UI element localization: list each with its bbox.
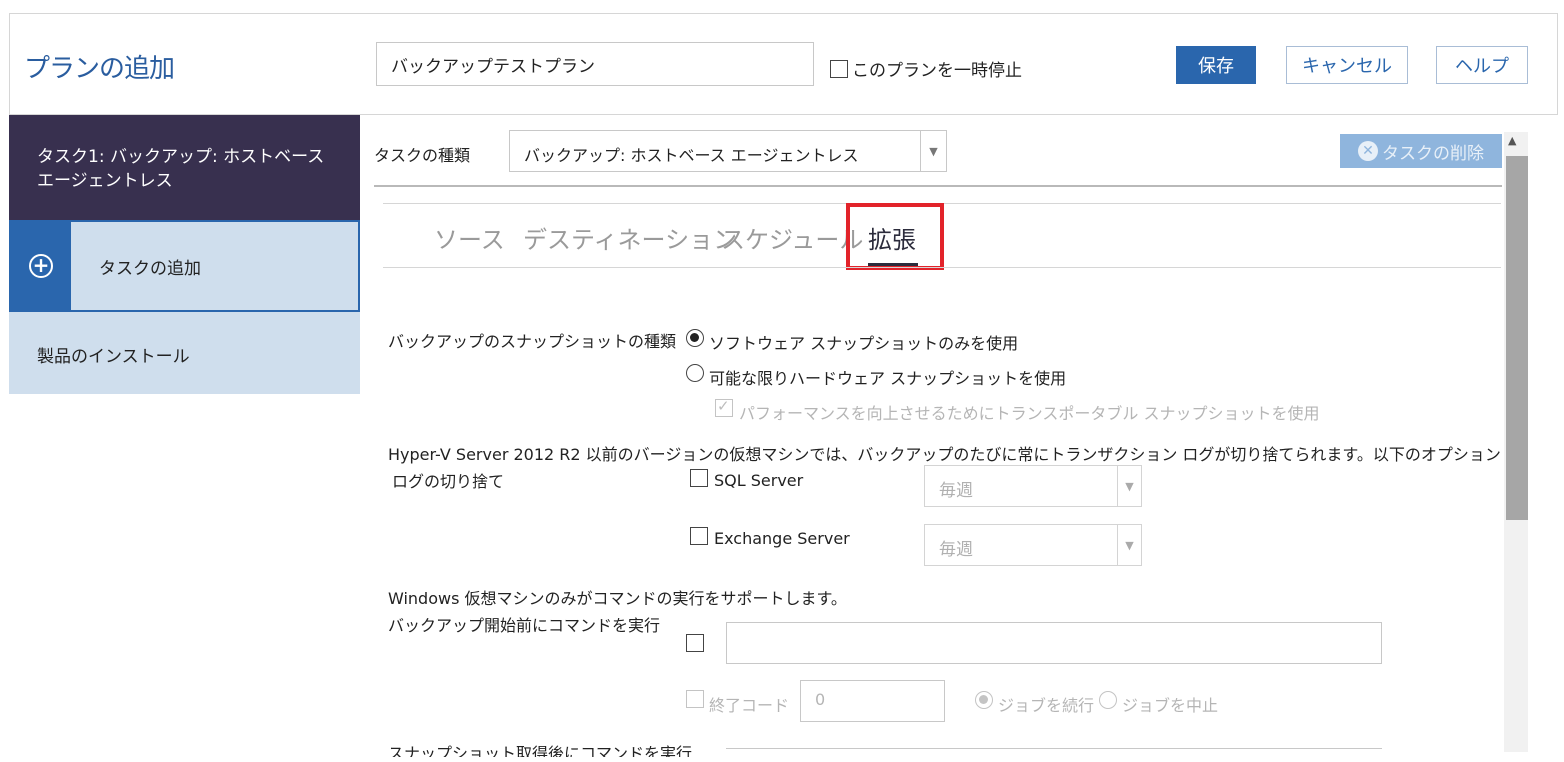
exchange-server-checkbox[interactable] <box>690 527 708 545</box>
task-sidebar: タスク1: バックアップ: ホストベース エージェントレス + タスクの追加 製… <box>9 115 360 394</box>
sidebar-task-label: タスク1: バックアップ: ホストベース エージェントレス <box>37 147 325 191</box>
sql-frequency-select[interactable]: 毎週 ▼ <box>924 465 1142 507</box>
exchange-frequency-select[interactable]: 毎週 ▼ <box>924 524 1142 566</box>
log-truncation-label: ログの切り捨て <box>392 472 505 491</box>
task-type-select[interactable]: バックアップ: ホストベース エージェントレス ▼ <box>509 130 947 172</box>
add-task-label: タスクの追加 <box>99 258 201 279</box>
help-button[interactable]: ヘルプ <box>1436 46 1528 84</box>
stop-job-label: ジョブを中止 <box>1122 696 1219 715</box>
tab-destination[interactable]: デスティネーション <box>523 220 737 255</box>
exit-code-checkbox[interactable] <box>686 690 704 708</box>
transportable-snapshot-checkbox[interactable] <box>715 397 733 417</box>
task-type-label: タスクの種類 <box>374 146 471 165</box>
scroll-up-icon[interactable]: ▲ <box>1508 134 1516 147</box>
chevron-down-icon[interactable]: ▼ <box>1117 466 1141 506</box>
close-circle-icon: ✕ <box>1358 141 1378 161</box>
install-label: 製品のインストール <box>37 347 190 367</box>
exit-code-label: 終了コード <box>709 696 790 715</box>
plan-name-input[interactable] <box>376 42 814 86</box>
hardware-snapshot-label: 可能な限りハードウェア スナップショットを使用 <box>709 369 1067 388</box>
continue-job-label: ジョブを続行 <box>998 696 1095 715</box>
radio-software-snapshot[interactable] <box>686 329 704 347</box>
pre-command-label: バックアップ開始前にコマンドを実行 <box>388 616 661 635</box>
hyperv-note: Hyper-V Server 2012 R2 以前のバージョンの仮想マシンでは、… <box>388 445 1502 464</box>
chevron-down-icon[interactable]: ▼ <box>1117 525 1141 565</box>
chevron-down-icon[interactable]: ▼ <box>920 131 946 171</box>
radio-continue-job[interactable] <box>975 691 993 709</box>
exchange-frequency-value: 毎週 <box>939 540 973 560</box>
pause-plan-checkbox[interactable]: このプランを一時停止 <box>830 56 1022 81</box>
pre-command-checkbox[interactable] <box>686 634 704 652</box>
software-snapshot-label: ソフトウェア スナップショットのみを使用 <box>709 334 1019 353</box>
scrollbar-thumb[interactable] <box>1506 156 1528 520</box>
radio-hardware-snapshot[interactable] <box>686 364 704 382</box>
sidebar-item-install[interactable]: 製品のインストール <box>9 312 360 394</box>
sidebar-item-task1[interactable]: タスク1: バックアップ: ホストベース エージェントレス <box>9 115 360 220</box>
add-task-button[interactable]: + タスクの追加 <box>9 220 360 312</box>
windows-note: Windows 仮想マシンのみがコマンドの実行をサポートします。 <box>388 589 847 608</box>
sql-server-label: SQL Server <box>714 471 804 490</box>
sql-server-checkbox[interactable] <box>690 469 708 487</box>
save-button[interactable]: 保存 <box>1176 46 1256 84</box>
snapshot-type-label: バックアップのスナップショットの種類 <box>388 332 677 351</box>
page-title: プランの追加 <box>24 54 175 84</box>
tab-schedule[interactable]: スケジュール <box>721 220 863 255</box>
exchange-server-label: Exchange Server <box>714 529 850 548</box>
delete-task-button[interactable]: ✕ タスクの削除 <box>1340 134 1502 168</box>
post-snapshot-command-label: スナップショット取得後にコマンドを実行 <box>388 744 693 762</box>
highlight-annotation <box>846 203 944 270</box>
cancel-button[interactable]: キャンセル <box>1286 46 1408 84</box>
delete-task-label: タスクの削除 <box>1382 143 1484 164</box>
plus-circle-icon: + <box>29 254 53 278</box>
sql-frequency-value: 毎週 <box>939 481 973 501</box>
divider <box>374 185 1502 187</box>
tab-source[interactable]: ソース <box>434 220 505 255</box>
checkbox-icon[interactable] <box>830 59 848 78</box>
exit-code-input[interactable]: 0 <box>800 680 945 722</box>
header-bar: プランの追加 このプランを一時停止 保存 キャンセル ヘルプ <box>9 13 1558 115</box>
task-type-value: バックアップ: ホストベース エージェントレス <box>524 146 859 165</box>
add-icon-container: + <box>11 222 71 310</box>
radio-stop-job[interactable] <box>1099 691 1117 709</box>
post-snapshot-command-input[interactable] <box>726 748 1382 762</box>
transportable-snapshot-label: パフォーマンスを向上させるためにトランスポータブル スナップショットを使用 <box>739 404 1320 423</box>
pause-plan-label: このプランを一時停止 <box>852 61 1022 81</box>
exit-code-value: 0 <box>815 690 826 709</box>
pre-command-input[interactable] <box>726 622 1382 664</box>
tabs-divider-bottom <box>383 267 1501 268</box>
